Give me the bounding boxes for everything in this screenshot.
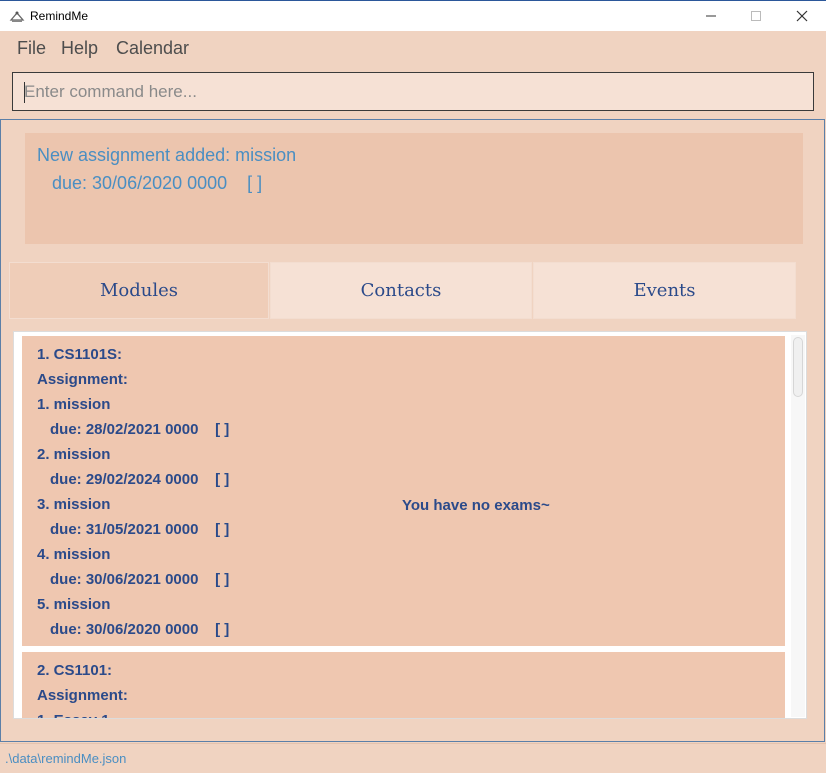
list-scrollbar[interactable] [791, 335, 805, 717]
assignment-title: 1. mission [37, 396, 111, 413]
window-title: RemindMe [30, 9, 89, 23]
minimize-button[interactable] [688, 1, 734, 31]
maximize-button[interactable] [733, 1, 779, 31]
assignment-title: 5. mission [37, 596, 111, 613]
tab-modules[interactable]: Modules [9, 262, 269, 319]
assignment-due: due: 29/02/2024 0000 [ ] [50, 471, 230, 488]
assignment-section-label: Assignment: [37, 687, 128, 704]
assignment-due: due: 31/05/2021 0000 [ ] [50, 521, 230, 538]
assignment-title: 1. Essay 1 [37, 708, 785, 718]
tab-events[interactable]: Events [533, 262, 796, 319]
result-due: due: 30/06/2020 0000 [ ] [52, 173, 263, 193]
assignment-due: due: 28/02/2021 0000 [ ] [50, 421, 230, 438]
command-input[interactable] [13, 73, 813, 110]
data-file-path: .\data\remindMe.json [5, 751, 127, 766]
tab-contacts[interactable]: Contacts [270, 262, 532, 319]
menu-file[interactable]: File [17, 38, 46, 59]
assignment-due: due: 30/06/2021 0000 [ ] [50, 571, 230, 588]
menu-help[interactable]: Help [61, 38, 98, 59]
command-box [12, 72, 814, 111]
module-list[interactable]: 1. CS1101S: Assignment: 1. mission due: … [13, 331, 807, 719]
exams-note: You have no exams~ [402, 497, 550, 514]
assignment-title: 2. mission [37, 446, 111, 463]
assignment-due: due: 30/06/2020 0000 [ ] [50, 621, 230, 638]
module-header: 2. CS1101: [37, 662, 113, 679]
close-icon [796, 10, 808, 22]
result-message: New assignment added: mission [37, 145, 297, 165]
assignment-section-label: Assignment: [37, 371, 128, 388]
app-window: File Help Calendar New assignment added:… [0, 31, 826, 773]
status-bar: .\data\remindMe.json [0, 743, 826, 773]
maximize-icon [751, 11, 761, 21]
assignment-title: 4. mission [37, 546, 111, 563]
module-card[interactable]: 1. CS1101S: Assignment: 1. mission due: … [22, 336, 785, 646]
close-button[interactable] [779, 1, 825, 31]
app-logo-icon [9, 11, 25, 22]
minimize-icon [706, 15, 716, 17]
module-header: 1. CS1101S: [37, 346, 123, 363]
module-card[interactable]: 2. CS1101: Assignment: 1. Essay 1 [22, 652, 785, 718]
menu-bar: File Help Calendar [0, 31, 826, 66]
content-panel: New assignment added: mission due: 30/06… [0, 119, 825, 742]
title-bar: RemindMe [0, 0, 826, 31]
result-display: New assignment added: mission due: 30/06… [25, 133, 803, 244]
text-caret [24, 82, 25, 103]
scrollbar-thumb[interactable] [793, 337, 803, 397]
menu-calendar[interactable]: Calendar [116, 38, 189, 59]
